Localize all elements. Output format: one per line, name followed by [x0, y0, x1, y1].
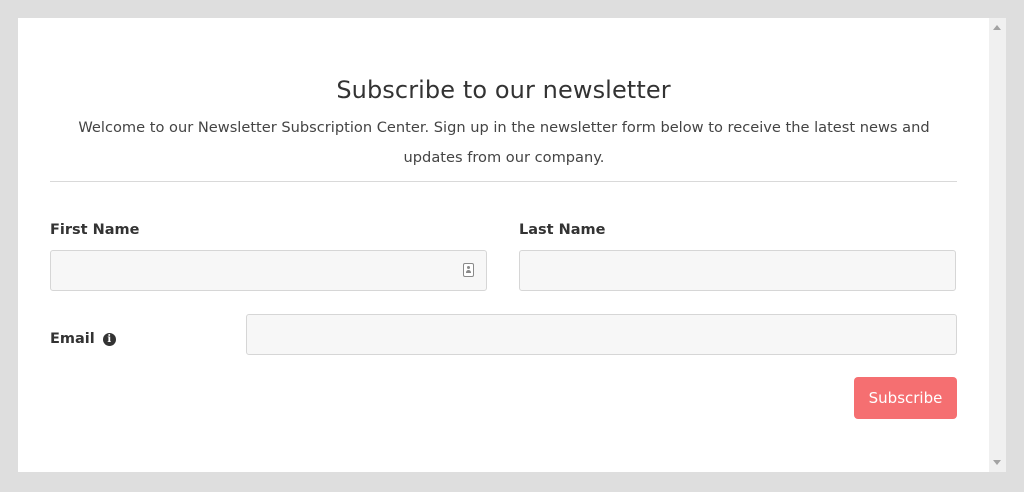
email-label: Email: [50, 331, 95, 347]
email-label-group: Email i: [50, 331, 116, 347]
subscribe-button[interactable]: Subscribe: [854, 377, 957, 419]
scroll-down-arrow-icon[interactable]: [993, 460, 1001, 465]
email-input[interactable]: [246, 314, 957, 355]
first-name-label: First Name: [50, 222, 140, 238]
newsletter-form-frame: Subscribe to our newsletter Welcome to o…: [18, 18, 989, 472]
form-description: Welcome to our Newsletter Subscription C…: [78, 119, 930, 166]
scroll-up-arrow-icon[interactable]: [993, 25, 1001, 30]
form-title: Subscribe to our newsletter: [336, 76, 671, 104]
last-name-input[interactable]: [519, 250, 956, 291]
last-name-label: Last Name: [519, 222, 606, 238]
contact-card-icon[interactable]: [463, 263, 474, 277]
contact-card-icon-head: [466, 266, 470, 269]
divider: [50, 181, 957, 182]
contact-card-icon-body: [465, 270, 471, 273]
info-circle-icon[interactable]: i: [102, 332, 116, 346]
vertical-scrollbar[interactable]: [989, 18, 1006, 472]
first-name-input[interactable]: [50, 250, 487, 291]
